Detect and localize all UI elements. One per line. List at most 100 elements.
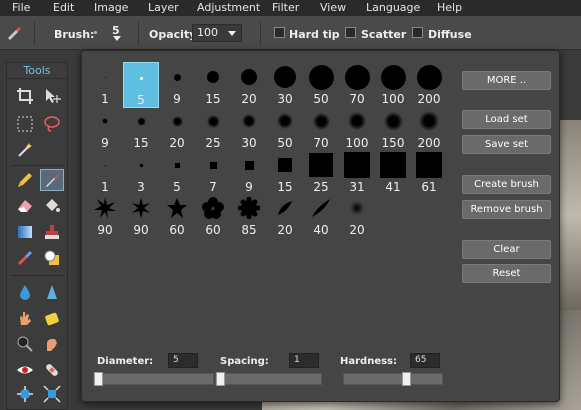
magic-wand-tool[interactable] <box>13 139 37 161</box>
pinch-tool[interactable] <box>40 383 64 405</box>
brush-shape-icon <box>375 150 411 180</box>
bloat-icon <box>17 386 33 402</box>
lasso-tool[interactable] <box>40 113 64 135</box>
eraser-tool[interactable] <box>13 195 37 217</box>
sponge-tool[interactable] <box>40 307 64 329</box>
clone-stamp-tool[interactable] <box>40 221 64 243</box>
brush-preset[interactable]: 20 <box>339 193 375 239</box>
brush-preset[interactable]: 200 <box>411 62 447 108</box>
menu-filter[interactable]: Filter <box>272 1 299 14</box>
sharpen-tool[interactable] <box>40 281 64 303</box>
diameter-label: Diameter: <box>97 356 154 367</box>
diameter-field[interactable]: 5 <box>168 353 198 368</box>
crop-icon <box>17 88 33 104</box>
brush-size-picker[interactable]: 5 <box>110 24 124 44</box>
menu-adjustment[interactable]: Adjustment <box>197 1 260 14</box>
brush-shape-icon <box>123 106 159 136</box>
menu-edit[interactable]: Edit <box>53 1 74 14</box>
chevron-down-icon <box>113 36 121 41</box>
color-replace-icon <box>17 250 33 266</box>
brush-shape-icon <box>87 106 123 136</box>
spacing-field[interactable]: 1 <box>289 353 319 368</box>
menu-file[interactable]: File <box>12 1 30 14</box>
brush-preset[interactable]: 200 <box>411 106 447 152</box>
crop-tool[interactable] <box>13 85 37 107</box>
diameter-slider-track[interactable] <box>93 373 214 385</box>
spot-heal-tool[interactable] <box>40 359 64 381</box>
scatter-label: Scatter <box>361 28 407 41</box>
brush-shape-icon <box>123 193 159 223</box>
brush-shape-icon <box>231 106 267 136</box>
brush-tool[interactable] <box>40 169 64 191</box>
options-toolbar: Brush: 5 Opacity: 100 Hard tip Scatter D… <box>0 16 581 50</box>
fill-tool[interactable] <box>40 195 64 217</box>
menu-language[interactable]: Language <box>366 1 420 14</box>
clear-button[interactable]: Clear <box>462 240 551 259</box>
brush-shape-icon <box>195 106 231 136</box>
smudge-tool[interactable] <box>13 307 37 329</box>
brush-preset[interactable]: 61 <box>411 150 447 196</box>
load-set-button[interactable]: Load set <box>462 110 551 129</box>
color-replace-tool[interactable] <box>13 247 37 269</box>
brush-shape-icon <box>303 106 339 136</box>
menu-view[interactable]: View <box>320 1 346 14</box>
brush-shape-icon <box>231 150 267 180</box>
opacity-select[interactable]: 100 <box>192 24 242 42</box>
brush-shape-icon <box>375 106 411 136</box>
brush-shape-icon <box>267 150 303 180</box>
brush-preview-dot <box>94 31 97 34</box>
gradient-icon <box>18 226 32 238</box>
brush-shape-icon <box>159 106 195 136</box>
brush-label: Brush: <box>54 28 95 41</box>
more-button[interactable]: MORE .. <box>462 71 551 90</box>
brush-shape-icon <box>303 62 339 92</box>
menu-image[interactable]: Image <box>94 1 128 14</box>
hardness-slider-track[interactable] <box>343 373 443 385</box>
menu-layer[interactable]: Layer <box>148 1 179 14</box>
drawing-tool[interactable] <box>40 247 64 269</box>
scatter-checkbox[interactable] <box>345 27 356 38</box>
pencil-icon <box>18 173 32 187</box>
hardness-field[interactable]: 65 <box>410 353 440 368</box>
dodge-tool[interactable] <box>13 333 37 355</box>
marquee-icon <box>17 116 33 132</box>
pencil-tool[interactable] <box>13 169 37 191</box>
brush-icon <box>46 174 59 187</box>
diffuse-checkbox[interactable] <box>412 27 423 38</box>
hard-tip-checkbox[interactable] <box>274 27 285 38</box>
move-tool[interactable] <box>40 85 64 107</box>
reset-button[interactable]: Reset <box>462 264 551 283</box>
gradient-tool[interactable] <box>13 221 37 243</box>
bloat-tool[interactable] <box>13 383 37 405</box>
toolbar-divider <box>260 22 261 44</box>
brush-shape-icon <box>411 150 447 180</box>
blur-tool[interactable] <box>13 281 37 303</box>
create-brush-button[interactable]: Create brush <box>462 175 551 194</box>
brush-shape-icon <box>159 62 195 92</box>
save-set-button[interactable]: Save set <box>462 135 551 154</box>
menu-help[interactable]: Help <box>437 1 462 14</box>
brush-shape-icon <box>339 193 375 223</box>
tools-divider <box>11 165 65 166</box>
brush-shape-icon <box>124 63 158 93</box>
brush-shape-icon <box>267 193 303 223</box>
eraser-icon <box>18 200 32 212</box>
diffuse-label: Diffuse <box>428 28 472 41</box>
marquee-tool[interactable] <box>13 113 37 135</box>
brush-shape-icon <box>231 193 267 223</box>
spacing-slider-thumb[interactable] <box>216 372 225 386</box>
toolbar-divider <box>138 22 139 44</box>
brush-shape-icon <box>375 62 411 92</box>
red-eye-tool[interactable] <box>13 359 37 381</box>
remove-brush-button[interactable]: Remove brush <box>462 200 551 219</box>
hardness-slider-thumb[interactable] <box>402 372 411 386</box>
brush-size-label: 200 <box>417 136 441 150</box>
burn-tool[interactable] <box>40 333 64 355</box>
tools-divider <box>11 275 65 276</box>
spacing-slider-track[interactable] <box>215 373 322 385</box>
chevron-down-icon <box>228 31 236 36</box>
diameter-slider-thumb[interactable] <box>94 372 103 386</box>
bandage-icon <box>46 364 58 376</box>
brush-shape-icon <box>267 106 303 136</box>
paint-bucket-icon <box>46 199 60 212</box>
